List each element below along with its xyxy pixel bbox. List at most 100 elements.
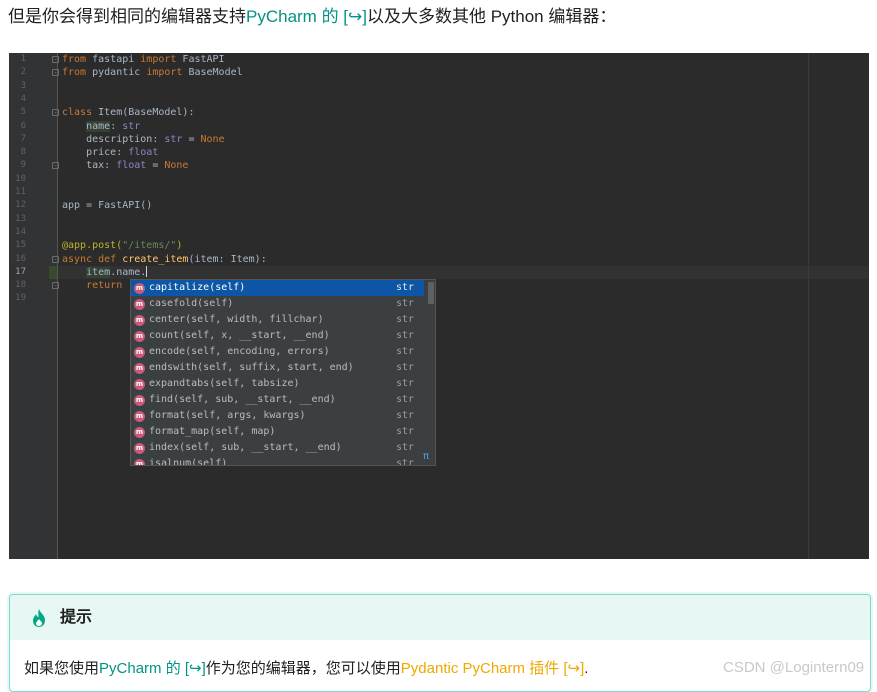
method-icon: m xyxy=(134,331,145,342)
line-number: 9 xyxy=(20,160,26,171)
intro-after: 以及大多数其他 Python 编辑器： xyxy=(366,7,617,26)
fold-icon[interactable]: - xyxy=(52,162,59,170)
fold-icon[interactable]: - xyxy=(52,109,59,117)
method-icon: m xyxy=(134,427,145,438)
gutter-row: 4 xyxy=(9,93,57,106)
line-number: 14 xyxy=(15,226,26,237)
method-icon: m xyxy=(134,363,145,374)
code-line: price: float xyxy=(86,147,159,159)
intro-text: 但是你会得到相同的编辑器支持PyCharm 的 [↪]以及大多数其他 Pytho… xyxy=(8,5,616,29)
method-icon: m xyxy=(134,299,145,310)
gutter-row: 18 - xyxy=(9,279,59,292)
line-number: 13 xyxy=(15,213,26,224)
gutter-row: 6 xyxy=(9,120,57,133)
line-number: 6 xyxy=(20,120,26,131)
gutter-row: 7 xyxy=(9,133,57,146)
gutter-row: 12 xyxy=(9,199,57,212)
tip-header: 提示 xyxy=(10,595,870,640)
suggestion-item[interactable]: m find(self, sub, __start, __end) str xyxy=(131,392,424,408)
tip-callout: 提示 如果您使用PyCharm 的 [↪]作为您的编辑器，您可以使用Pydant… xyxy=(9,594,871,692)
gutter-row: 5- xyxy=(9,106,59,119)
fold-icon[interactable]: - xyxy=(52,56,59,63)
line-number: 5 xyxy=(20,107,26,118)
line-number: 19 xyxy=(15,293,26,304)
gutter-row: 11 xyxy=(9,186,57,199)
scrollbar-thumb[interactable] xyxy=(428,282,434,304)
suggestion-item[interactable]: m expandtabs(self, tabsize) str xyxy=(131,376,424,392)
gutter-row: 8 xyxy=(9,146,57,159)
gutter-row: 14 xyxy=(9,226,57,239)
fold-icon[interactable]: - xyxy=(52,282,59,290)
line-number: 11 xyxy=(15,187,26,197)
line-number: 15 xyxy=(15,240,26,251)
line-number: 4 xyxy=(20,93,26,104)
line-number: 16 xyxy=(15,253,26,264)
code-line: tax: float = None xyxy=(86,160,189,172)
method-icon: m xyxy=(134,315,145,326)
method-icon: m xyxy=(134,459,145,465)
tip-title: 提示 xyxy=(60,609,93,626)
method-icon: m xyxy=(134,411,145,422)
tip-body: 如果您使用PyCharm 的 [↪]作为您的编辑器，您可以使用Pydantic … xyxy=(24,660,589,677)
code-line: return xyxy=(86,280,123,292)
code-line: description: str = None xyxy=(86,133,225,145)
code-line: @app.post("/items/") xyxy=(62,240,183,252)
pydantic-plugin-link[interactable]: Pydantic PyCharm 插件 [↪] xyxy=(401,660,584,677)
pycharm-link[interactable]: PyCharm 的 [↪] xyxy=(246,7,367,26)
suggestion-item[interactable]: m endswith(self, suffix, start, end) str xyxy=(131,360,424,376)
right-margin-guide xyxy=(808,53,809,559)
gutter-row: 10 xyxy=(9,173,57,186)
line-number: 1 xyxy=(20,54,26,64)
pycharm-link[interactable]: PyCharm 的 [↪] xyxy=(99,660,206,677)
watermark: CSDN @Logintern09 xyxy=(723,659,865,676)
suggestion-item[interactable]: m format_map(self, map) str xyxy=(131,424,424,440)
text-cursor xyxy=(146,265,148,277)
line-number: 18 xyxy=(15,280,26,291)
method-icon: m xyxy=(134,379,145,390)
method-icon: m xyxy=(134,347,145,358)
suggestion-item[interactable]: m capitalize(self) str xyxy=(131,280,424,296)
popup-scrollbar[interactable] xyxy=(426,280,435,465)
fold-icon[interactable]: - xyxy=(52,255,59,263)
fold-icon[interactable]: - xyxy=(52,69,59,77)
line-number: 8 xyxy=(20,147,26,158)
code-line-active: item.name. xyxy=(86,265,148,278)
line-number: 7 xyxy=(20,133,26,144)
intro-before: 但是你会得到相同的编辑器支持 xyxy=(8,7,246,26)
gutter-row: 13 xyxy=(9,213,57,226)
suggestion-item[interactable]: m center(self, width, fillchar) str xyxy=(131,312,424,328)
suggestion-item[interactable]: m format(self, args, kwargs) str xyxy=(131,408,424,424)
line-number: 10 xyxy=(15,173,26,184)
code-line: name: str xyxy=(86,120,141,132)
gutter-row: 3 xyxy=(9,80,57,93)
gutter-row: 19 xyxy=(9,292,57,305)
suggestion-item[interactable]: m encode(self, encoding, errors) str xyxy=(131,344,424,360)
gutter-row: 16 - xyxy=(9,253,59,266)
line-number: 3 xyxy=(20,80,26,91)
gutter-row: 9- xyxy=(9,159,59,172)
code-line: class Item(BaseModel): xyxy=(62,107,195,119)
change-marker xyxy=(49,265,57,280)
autocomplete-popup[interactable]: m capitalize(self) str m casefold(self) str … xyxy=(130,279,436,466)
editor-screenshot: 1- 2- 3 4 5- 6 7 8 9- 10 11 12 13 14 15 … xyxy=(9,53,869,559)
suggestion-item[interactable]: m count(self, x, __start, __end) str xyxy=(131,328,424,344)
code-line: async def create_item(item: Item): xyxy=(62,253,267,265)
suggestion-item[interactable]: m index(self, sub, __start, __end) str xyxy=(131,440,424,456)
method-icon: m xyxy=(134,283,145,294)
flame-icon xyxy=(33,609,45,627)
suggestion-item[interactable]: m casefold(self) str xyxy=(131,296,424,312)
line-number: 12 xyxy=(15,200,26,211)
method-icon: m xyxy=(134,443,145,454)
line-gutter: 1- 2- 3 4 5- 6 7 8 9- 10 11 12 13 14 15 … xyxy=(9,53,59,559)
gutter-row: 2- xyxy=(9,66,59,79)
pi-icon[interactable]: π xyxy=(423,451,429,462)
line-number: 2 xyxy=(20,67,26,78)
code-line: from pydantic import BaseModel xyxy=(62,67,243,79)
line-number: 17 xyxy=(15,266,26,277)
code-line: from fastapi import FastAPI xyxy=(62,54,225,65)
suggestion-item[interactable]: m isalnum(self) str xyxy=(131,456,424,465)
code-line: app = FastAPI() xyxy=(62,200,153,212)
gutter-row: 1- xyxy=(9,53,59,66)
method-icon: m xyxy=(134,395,145,406)
gutter-row: 15 xyxy=(9,239,57,252)
